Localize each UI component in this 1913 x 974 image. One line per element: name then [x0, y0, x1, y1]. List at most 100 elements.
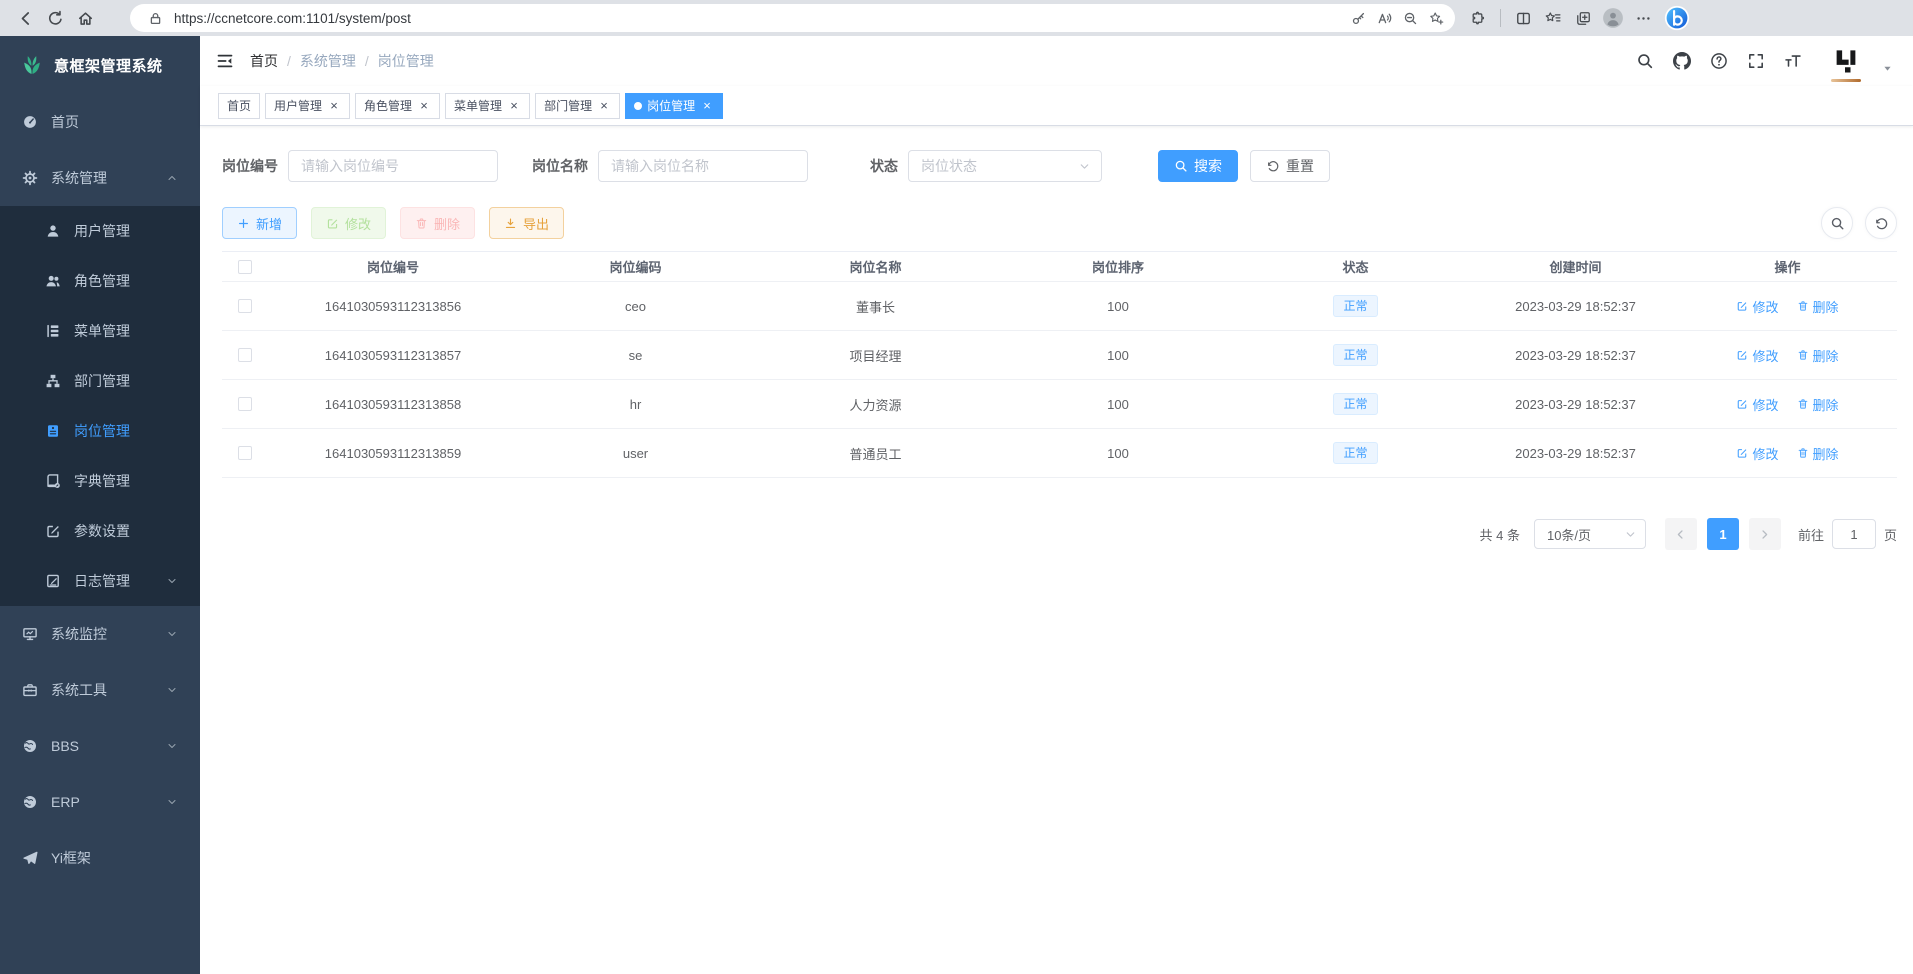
add-button[interactable]: 新增	[222, 207, 297, 239]
tab-user-mgmt[interactable]: 用户管理×	[265, 93, 350, 119]
favorites-button[interactable]	[1538, 3, 1568, 33]
browser-refresh-button[interactable]	[40, 3, 70, 33]
row-delete-link[interactable]: 删除	[1797, 346, 1839, 365]
sidebar-toggle[interactable]	[216, 52, 234, 70]
sidebar-submenu: 用户管理角色管理菜单管理部门管理岗位管理字典管理参数设置日志管理	[0, 206, 200, 606]
tab-post-mgmt[interactable]: 岗位管理×	[625, 93, 723, 119]
sidebar-item-system-mgmt[interactable]: 系统管理	[0, 150, 200, 206]
toggle-search-button[interactable]	[1821, 207, 1853, 239]
post-name-label: 岗位名称	[532, 156, 588, 176]
row-checkbox[interactable]	[238, 446, 252, 460]
row-delete-link-label: 删除	[1813, 444, 1839, 463]
sidebar-item-user-mgmt[interactable]: 用户管理	[0, 206, 200, 256]
pagination: 共 4 条 10条/页 1 前往 页	[222, 518, 1897, 550]
user-menu-caret-icon[interactable]	[1882, 63, 1893, 74]
row-edit-link[interactable]: 修改	[1736, 444, 1778, 463]
sidebar-item-system-monitor[interactable]: 系统监控	[0, 606, 200, 662]
sidebar-item-dict-mgmt[interactable]: 字典管理	[0, 456, 200, 506]
fullscreen-icon[interactable]	[1747, 52, 1765, 70]
sidebar-item-yi-framework[interactable]: Yi框架	[0, 830, 200, 886]
reset-button[interactable]: 重置	[1250, 150, 1330, 182]
browser-menu-button[interactable]	[1628, 3, 1658, 33]
table-row: 1641030593112313858hr人力资源100正常2023-03-29…	[222, 380, 1897, 429]
url-text[interactable]: https://ccnetcore.com:1101/system/post	[174, 11, 1345, 26]
tab-dept-mgmt[interactable]: 部门管理×	[535, 93, 620, 119]
split-screen-button[interactable]	[1508, 3, 1538, 33]
sidebar-item-dept-mgmt[interactable]: 部门管理	[0, 356, 200, 406]
tab-role-mgmt[interactable]: 角色管理 ×	[355, 93, 440, 119]
chevron-down-icon	[166, 684, 178, 696]
post-name-input[interactable]	[598, 150, 808, 182]
search-form: 岗位编号 岗位名称 状态 岗位状态	[222, 150, 1897, 182]
globe-icon	[21, 794, 39, 810]
add-favorite-icon[interactable]	[1423, 5, 1449, 31]
lock-icon[interactable]	[142, 5, 168, 31]
page-size-select[interactable]: 10条/页	[1534, 519, 1646, 549]
cell-post-sort: 100	[998, 397, 1238, 412]
row-checkbox[interactable]	[238, 299, 252, 313]
profile-button[interactable]	[1598, 3, 1628, 33]
row-edit-link[interactable]: 修改	[1736, 395, 1778, 414]
sidebar-item-log-mgmt[interactable]: 日志管理	[0, 556, 200, 606]
sidebar-item-role-mgmt[interactable]: 角色管理	[0, 256, 200, 306]
read-aloud-icon[interactable]	[1371, 5, 1397, 31]
help-icon[interactable]	[1710, 52, 1728, 70]
dashboard-icon	[21, 114, 39, 130]
page-number-button[interactable]: 1	[1707, 518, 1739, 550]
edit-button[interactable]: 修改	[311, 207, 386, 239]
extensions-button[interactable]	[1463, 3, 1493, 33]
row-checkbox[interactable]	[238, 348, 252, 362]
select-all-checkbox[interactable]	[238, 260, 252, 274]
sidebar-item-system-tools[interactable]: 系统工具	[0, 662, 200, 718]
breadcrumb-item[interactable]: 首页	[250, 51, 278, 71]
row-delete-link[interactable]: 删除	[1797, 297, 1839, 316]
sidebar-item-menu-mgmt[interactable]: 菜单管理	[0, 306, 200, 356]
sidebar-item-label: 参数设置	[74, 521, 130, 541]
sidebar-item-erp[interactable]: ERP	[0, 774, 200, 830]
browser-back-button[interactable]	[10, 3, 40, 33]
refresh-table-button[interactable]	[1865, 207, 1897, 239]
password-key-icon[interactable]	[1345, 5, 1371, 31]
close-icon[interactable]: ×	[507, 99, 521, 113]
user-avatar[interactable]	[1829, 44, 1863, 78]
export-button[interactable]: 导出	[489, 207, 564, 239]
header-search-icon[interactable]	[1636, 52, 1654, 70]
sidebar-item-param-settings[interactable]: 参数设置	[0, 506, 200, 556]
close-icon[interactable]: ×	[417, 99, 431, 113]
row-edit-link[interactable]: 修改	[1736, 346, 1778, 365]
github-icon[interactable]	[1673, 52, 1691, 70]
delete-button[interactable]: 删除	[400, 207, 475, 239]
search-button[interactable]: 搜索	[1158, 150, 1238, 182]
bing-chat-button[interactable]	[1662, 3, 1692, 33]
cell-status: 正常	[1238, 344, 1473, 366]
tab-home[interactable]: 首页	[218, 93, 260, 119]
goto-page-input[interactable]	[1832, 519, 1876, 549]
search-icon	[1830, 216, 1845, 231]
collections-button[interactable]	[1568, 3, 1598, 33]
sidebar-item-post-mgmt[interactable]: 岗位管理	[0, 406, 200, 456]
next-page-button[interactable]	[1749, 518, 1781, 550]
browser-home-button[interactable]	[70, 3, 100, 33]
row-delete-link[interactable]: 删除	[1797, 395, 1839, 414]
prev-page-button[interactable]	[1665, 518, 1697, 550]
address-bar[interactable]: https://ccnetcore.com:1101/system/post	[130, 4, 1455, 32]
row-checkbox[interactable]	[238, 397, 252, 411]
zoom-out-icon[interactable]	[1397, 5, 1423, 31]
post-code-input[interactable]	[288, 150, 498, 182]
tab-label: 角色管理	[364, 97, 412, 114]
app-logo[interactable]: 意框架管理系统	[0, 36, 200, 94]
sidebar-item-bbs[interactable]: BBS	[0, 718, 200, 774]
font-size-icon[interactable]	[1784, 52, 1802, 70]
row-delete-link[interactable]: 删除	[1797, 444, 1839, 463]
close-icon[interactable]: ×	[700, 99, 714, 113]
close-icon[interactable]: ×	[597, 99, 611, 113]
status-select[interactable]: 岗位状态	[908, 150, 1102, 182]
close-icon[interactable]: ×	[327, 99, 341, 113]
post-code-field-group: 岗位编号	[222, 150, 498, 182]
tab-menu-mgmt[interactable]: 菜单管理×	[445, 93, 530, 119]
sidebar-item-home[interactable]: 首页	[0, 94, 200, 150]
edit-square-icon	[1736, 300, 1748, 312]
log-icon	[44, 573, 62, 589]
row-edit-link[interactable]: 修改	[1736, 297, 1778, 316]
extensions-icon	[1470, 10, 1487, 27]
